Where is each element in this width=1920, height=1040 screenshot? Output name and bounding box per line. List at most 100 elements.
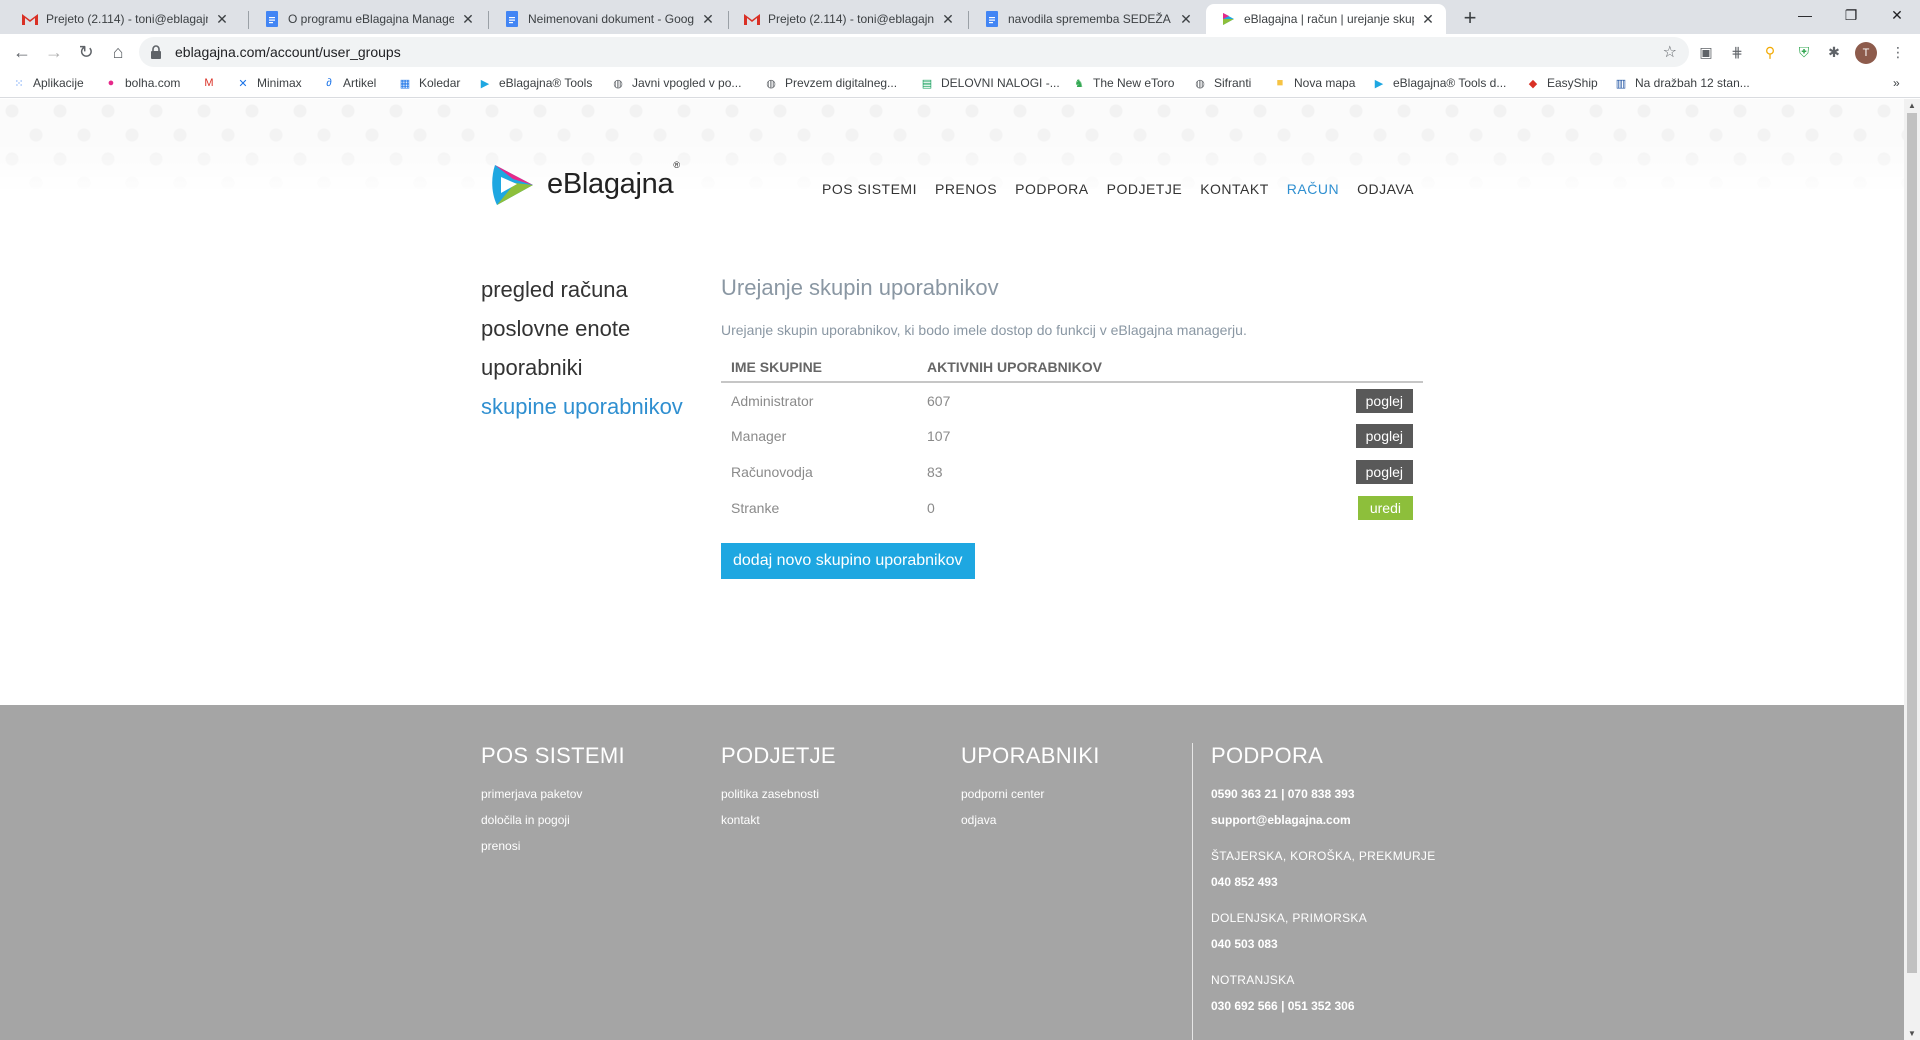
bookmark-gmail[interactable]: M bbox=[202, 76, 223, 90]
bookmarks-overflow-icon[interactable]: » bbox=[1893, 76, 1900, 90]
nav-podjetje[interactable]: PODJETJE bbox=[1107, 181, 1183, 197]
scroll-up-icon[interactable]: ▲ bbox=[1908, 101, 1916, 110]
menu-icon[interactable]: ⋮ bbox=[1889, 43, 1907, 61]
tab-gmail-1[interactable]: Prejeto (2.114) - toni@eblagajna. ✕ bbox=[8, 4, 240, 34]
scrollbar-thumb[interactable] bbox=[1907, 113, 1917, 973]
footer-link-dolocila-in-pogoji[interactable]: določila in pogoji bbox=[481, 807, 625, 833]
bookmark-delovni-nalogi[interactable]: ▤ DELOVNI NALOGI -... bbox=[920, 76, 1060, 90]
close-icon[interactable]: ✕ bbox=[940, 11, 956, 28]
docs-icon bbox=[264, 11, 280, 27]
browser-toolbar: ← → ↻ ⌂ eblagajna.com/account/user_group… bbox=[0, 34, 1920, 70]
view-button[interactable]: poglej bbox=[1355, 424, 1413, 448]
extension-grid-icon[interactable]: ⋕ bbox=[1728, 43, 1746, 61]
window-close-icon[interactable]: ✕ bbox=[1874, 0, 1920, 30]
tab-docs-3[interactable]: navodila sprememba SEDEŽA - G ✕ bbox=[970, 4, 1204, 34]
extension-shield-icon[interactable]: ⛨ bbox=[1795, 43, 1813, 61]
nav-kontakt[interactable]: KONTAKT bbox=[1200, 181, 1269, 197]
nav-racun[interactable]: RAČUN bbox=[1287, 181, 1339, 197]
close-icon[interactable]: ✕ bbox=[1420, 11, 1436, 28]
footer-link-politika-zasebnosti[interactable]: politika zasebnosti bbox=[721, 781, 836, 807]
footer-link-primerjava-paketov[interactable]: primerjava paketov bbox=[481, 781, 625, 807]
bookmark-eblagajna-tools-d[interactable]: ▶ eBlagajna® Tools d... bbox=[1372, 76, 1507, 90]
avatar[interactable]: T bbox=[1855, 42, 1877, 64]
close-icon[interactable]: ✕ bbox=[214, 11, 230, 28]
support-email[interactable]: support@eblagajna.com bbox=[1211, 807, 1436, 833]
support-region-phone: 040 503 083 bbox=[1211, 937, 1278, 951]
sidebar-item-pregled-racuna[interactable]: pregled računa bbox=[481, 270, 683, 309]
tab-gmail-2[interactable]: Prejeto (2.114) - toni@eblagajna. ✕ bbox=[730, 4, 966, 34]
footer-link-prenosi[interactable]: prenosi bbox=[481, 833, 625, 859]
view-button[interactable]: poglej bbox=[1355, 460, 1413, 484]
nav-odjava[interactable]: ODJAVA bbox=[1357, 181, 1414, 197]
restore-icon[interactable]: ❐ bbox=[1828, 0, 1874, 30]
minimize-icon[interactable]: — bbox=[1782, 0, 1828, 30]
puzzle-icon[interactable]: ✱ bbox=[1825, 43, 1843, 61]
forward-icon[interactable]: → bbox=[40, 38, 68, 66]
bookmark-label: Javni vpogled v po... bbox=[632, 76, 742, 90]
bookmark-prevzem[interactable]: ◍ Prevzem digitalneg... bbox=[764, 76, 897, 90]
footer-col-podjetje: PODJETJE politika zasebnosti kontakt bbox=[721, 743, 836, 833]
column-header-name: IME SKUPINE bbox=[721, 352, 917, 383]
extension-key-icon[interactable]: ⚲ bbox=[1761, 43, 1779, 61]
add-user-group-button[interactable]: dodaj novo skupino uporabnikov bbox=[721, 543, 975, 579]
footer-link-kontakt[interactable]: kontakt bbox=[721, 807, 836, 833]
back-icon[interactable]: ← bbox=[8, 38, 36, 66]
bookmark-eblagajna-tools[interactable]: ▶ eBlagajna® Tools bbox=[478, 76, 593, 90]
bookmark-na-drazbah[interactable]: ▥ Na dražbah 12 stan... bbox=[1614, 76, 1750, 90]
tab-eblagajna-active[interactable]: eBlagajna | račun | urejanje skup ✕ bbox=[1206, 4, 1446, 34]
footer-link-odjava[interactable]: odjava bbox=[961, 807, 1100, 833]
nav-podpora[interactable]: PODPORA bbox=[1015, 181, 1089, 197]
link-icon: ∂ bbox=[326, 77, 332, 89]
table-row: Administrator 607 poglej bbox=[721, 382, 1423, 418]
bookmark-bolha[interactable]: ● bolha.com bbox=[104, 76, 181, 90]
docs-icon bbox=[984, 11, 1000, 27]
edit-button[interactable]: uredi bbox=[1357, 496, 1413, 520]
close-icon[interactable]: ✕ bbox=[1178, 11, 1194, 28]
bookmark-label: Koledar bbox=[419, 76, 461, 90]
footer-col-uporabniki: UPORABNIKI podporni center odjava bbox=[961, 743, 1100, 833]
scroll-down-icon[interactable]: ▼ bbox=[1908, 1029, 1916, 1038]
nav-pos-sistemi[interactable]: POS SISTEMI bbox=[822, 181, 917, 197]
footer-col-podpora: PODPORA 0590 363 21 | 070 838 393 suppor… bbox=[1211, 743, 1436, 1019]
bookmark-easyship[interactable]: ◆ EasyShip bbox=[1526, 76, 1598, 90]
gmail-icon bbox=[22, 11, 38, 27]
footer-link-podporni-center[interactable]: podporni center bbox=[961, 781, 1100, 807]
gmail-icon: M bbox=[204, 77, 214, 89]
bookmark-etoro[interactable]: ♞ The New eToro bbox=[1072, 76, 1174, 90]
close-icon[interactable]: ✕ bbox=[460, 11, 476, 28]
new-tab-button[interactable]: + bbox=[1456, 5, 1484, 33]
tab-docs-2[interactable]: Neimenovani dokument - Google ✕ bbox=[490, 4, 726, 34]
bookmark-minimax[interactable]: ✕ Minimax bbox=[236, 76, 301, 90]
tab-title: Prejeto (2.114) - toni@eblagajna. bbox=[46, 12, 208, 26]
site-logo[interactable]: eBlagajna® bbox=[487, 159, 680, 209]
tab-strip: Prejeto (2.114) - toni@eblagajna. ✕ O pr… bbox=[0, 0, 1920, 34]
bookmark-nova-mapa[interactable]: ■ Nova mapa bbox=[1273, 76, 1356, 90]
sidebar-item-skupine-uporabnikov[interactable]: skupine uporabnikov bbox=[481, 387, 683, 426]
home-icon[interactable]: ⌂ bbox=[104, 38, 132, 66]
site-footer: POS SISTEMI primerjava paketov določila … bbox=[0, 705, 1904, 1040]
bookmark-artikel[interactable]: ∂ Artikel bbox=[322, 76, 376, 90]
tab-separator bbox=[968, 11, 969, 29]
tab-title: eBlagajna | račun | urejanje skup bbox=[1244, 12, 1414, 26]
extension-icon[interactable]: ▣ bbox=[1697, 43, 1715, 61]
bookmark-star-icon[interactable]: ☆ bbox=[1663, 42, 1677, 62]
tab-docs-1[interactable]: O programu eBlagajna Manager ✕ bbox=[250, 4, 486, 34]
bookmark-apps[interactable]: ⁙ Aplikacije bbox=[12, 76, 83, 90]
close-icon[interactable]: ✕ bbox=[700, 11, 716, 28]
bookmark-label: EasyShip bbox=[1547, 76, 1598, 90]
bookmark-sifranti[interactable]: ◍ Sifranti bbox=[1193, 76, 1251, 90]
nav-prenos[interactable]: PRENOS bbox=[935, 181, 997, 197]
table-row: Manager 107 poglej bbox=[721, 418, 1423, 454]
view-button[interactable]: poglej bbox=[1355, 388, 1413, 413]
bookmark-javni-vpogled[interactable]: ◍ Javni vpogled v po... bbox=[611, 76, 741, 90]
reload-icon[interactable]: ↻ bbox=[72, 38, 100, 66]
bookmark-koledar[interactable]: ▦ Koledar bbox=[398, 76, 461, 90]
sidebar-item-uporabniki[interactable]: uporabniki bbox=[481, 348, 683, 387]
sidebar-item-poslovne-enote[interactable]: poslovne enote bbox=[481, 309, 683, 348]
logo-registered: ® bbox=[673, 159, 680, 170]
bookmark-label: bolha.com bbox=[125, 76, 181, 90]
address-bar[interactable]: eblagajna.com/account/user_groups ☆ bbox=[139, 37, 1689, 67]
page-scrollbar[interactable]: ▲ ▼ bbox=[1904, 99, 1920, 1040]
box-icon: ◆ bbox=[1528, 77, 1538, 90]
page-viewport: eBlagajna® POS SISTEMI PRENOS PODPORA PO… bbox=[0, 99, 1904, 1040]
